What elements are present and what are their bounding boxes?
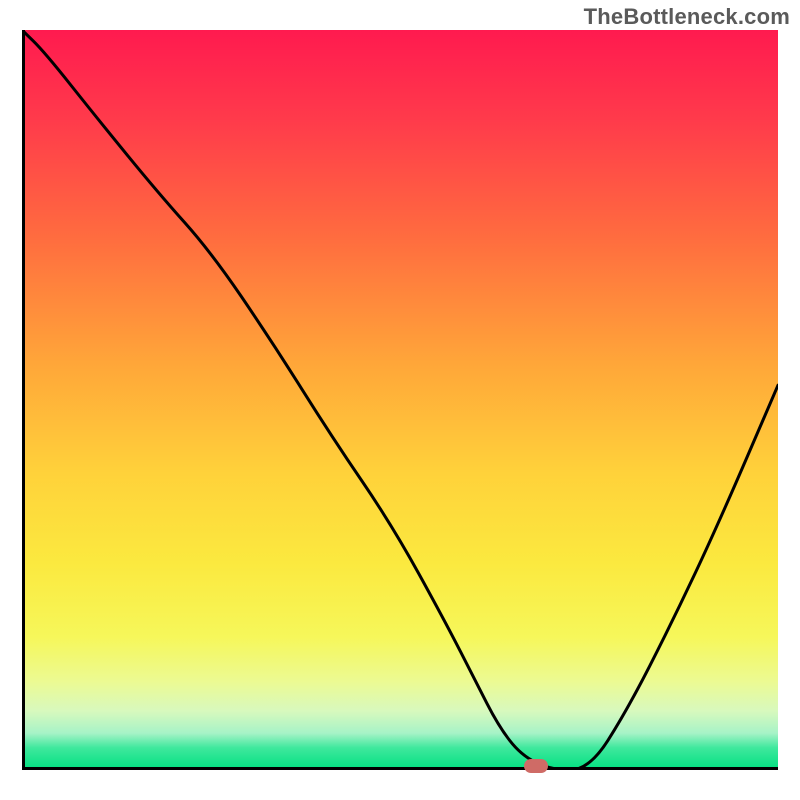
plot-area [22, 30, 778, 770]
optimal-point-marker [524, 759, 548, 773]
site-watermark: TheBottleneck.com [584, 4, 790, 30]
chart-container: TheBottleneck.com [0, 0, 800, 800]
bottleneck-curve [22, 30, 778, 770]
